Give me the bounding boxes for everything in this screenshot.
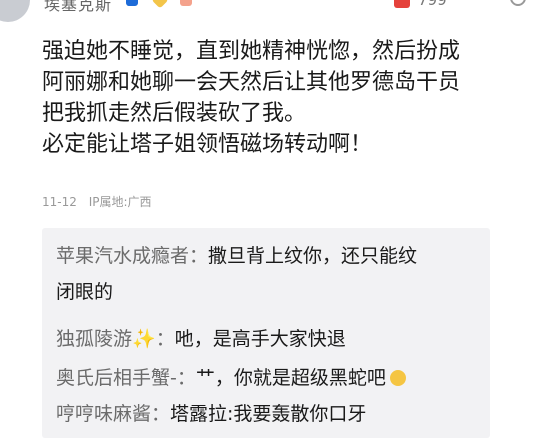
medal-badge-icon [180,0,192,6]
username[interactable]: 埃塞克斯 [44,0,112,14]
level-badge-icon [126,0,138,6]
reply-item[interactable]: 独孤陵游✨：吔，是高手大家快退 [56,323,486,356]
reply-text: 艹，你就是超级黑蛇吧 [195,367,386,389]
comment-line: 必定能让塔子姐领悟磁场转动啊！ [42,132,373,157]
reply-author[interactable]: 独孤陵游 [56,328,132,350]
reply-item[interactable]: 哼哼味麻酱：塔露拉:我要轰散你口牙 [56,398,486,431]
vip-badge-icon [151,0,169,9]
reply-author[interactable]: 苹果汽水成瘾者： [56,245,208,267]
comment-header: 埃塞克斯 799 [0,0,540,14]
sneeze-emoji-icon [389,370,406,386]
reply-author[interactable]: 奥氏后相手蟹-： [56,367,196,389]
reply-author[interactable]: 哼哼味麻酱： [56,403,170,425]
comment-body: 强迫她不睡觉，直到她精神恍惚，然后扮成 阿丽娜和她聊一会天然后让其他罗德岛干员 … [42,36,532,160]
more-icon[interactable] [506,0,530,10]
comment-date: 11-12 [42,195,77,209]
like-icon[interactable] [394,0,410,8]
reply-text: 塔露拉:我要轰散你口牙 [170,403,367,425]
comment-meta: 11-12 IP属地:广西 [42,193,152,210]
like-count: 799 [418,0,447,9]
sparkle-icon: ✨ [132,328,156,350]
reply-text: 吔，是高手大家快退 [174,328,346,350]
reply-separator: ： [155,328,175,350]
reply-text-continued: 闭眼的 [56,281,114,303]
reply-item[interactable]: 苹果汽水成瘾者：撒旦背上纹你，还只能纹 [56,240,486,273]
replies-panel[interactable]: 苹果汽水成瘾者：撒旦背上纹你，还只能纹 闭眼的 独孤陵游✨：吔，是高手大家快退 … [42,228,490,438]
comment-line: 阿丽娜和她聊一会天然后让其他罗德岛干员 [42,70,461,95]
comment-line: 强迫她不睡觉，直到她精神恍惚，然后扮成 [42,39,461,64]
comment-line: 把我抓走然后假装砍了我。 [42,101,307,126]
ip-location: IP属地:广西 [88,195,152,209]
reply-text: 撒旦背上纹你，还只能纹 [208,245,418,267]
reply-item[interactable]: 奥氏后相手蟹-：艹，你就是超级黑蛇吧 [56,362,486,395]
